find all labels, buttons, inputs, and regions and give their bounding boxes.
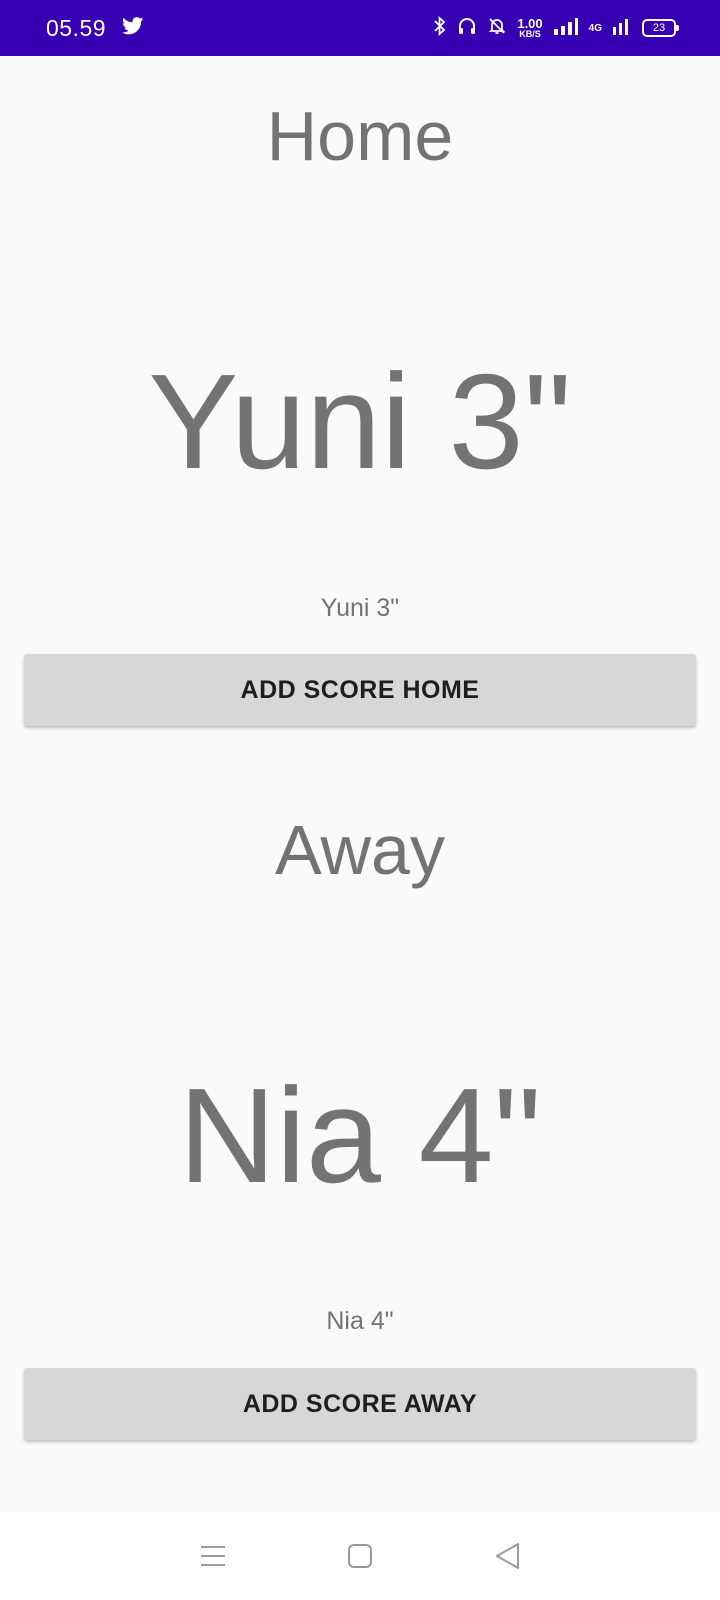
headphones-icon [457,16,477,41]
status-bar: 05.59 1.00 KB/S 4G 23 [0,0,720,56]
away-label: Away [275,811,445,889]
navigation-bar [0,1512,720,1600]
net-speed: 1.00 KB/S [517,17,542,39]
signal-icon [553,17,579,40]
menu-icon[interactable] [183,1526,243,1586]
home-square-icon[interactable] [330,1526,390,1586]
battery-level: 23 [652,22,666,34]
away-score-text: Nia 4" [326,1307,394,1335]
away-score-display: Nia 4" [178,1060,542,1211]
status-time: 05.59 [46,14,107,41]
signal-4g-bars-icon [612,17,632,40]
main-content: Home Yuni 3" Yuni 3" ADD SCORE HOME Away… [0,56,720,1512]
signal-4g-icon: 4G [588,22,602,34]
twitter-icon [122,16,144,40]
bluetooth-icon [433,15,447,41]
battery-icon: 23 [642,19,679,37]
back-triangle-icon[interactable] [477,1526,537,1586]
add-score-away-button[interactable]: ADD SCORE AWAY [24,1368,696,1440]
status-bar-left: 05.59 [46,15,144,42]
net-speed-unit: KB/S [519,29,541,39]
bell-off-icon [487,16,507,41]
home-score-display: Yuni 3" [148,346,572,497]
add-score-home-button[interactable]: ADD SCORE HOME [24,654,696,726]
status-bar-right: 1.00 KB/S 4G 23 [433,15,679,41]
home-score-text: Yuni 3" [320,594,400,622]
home-label: Home [266,97,454,175]
